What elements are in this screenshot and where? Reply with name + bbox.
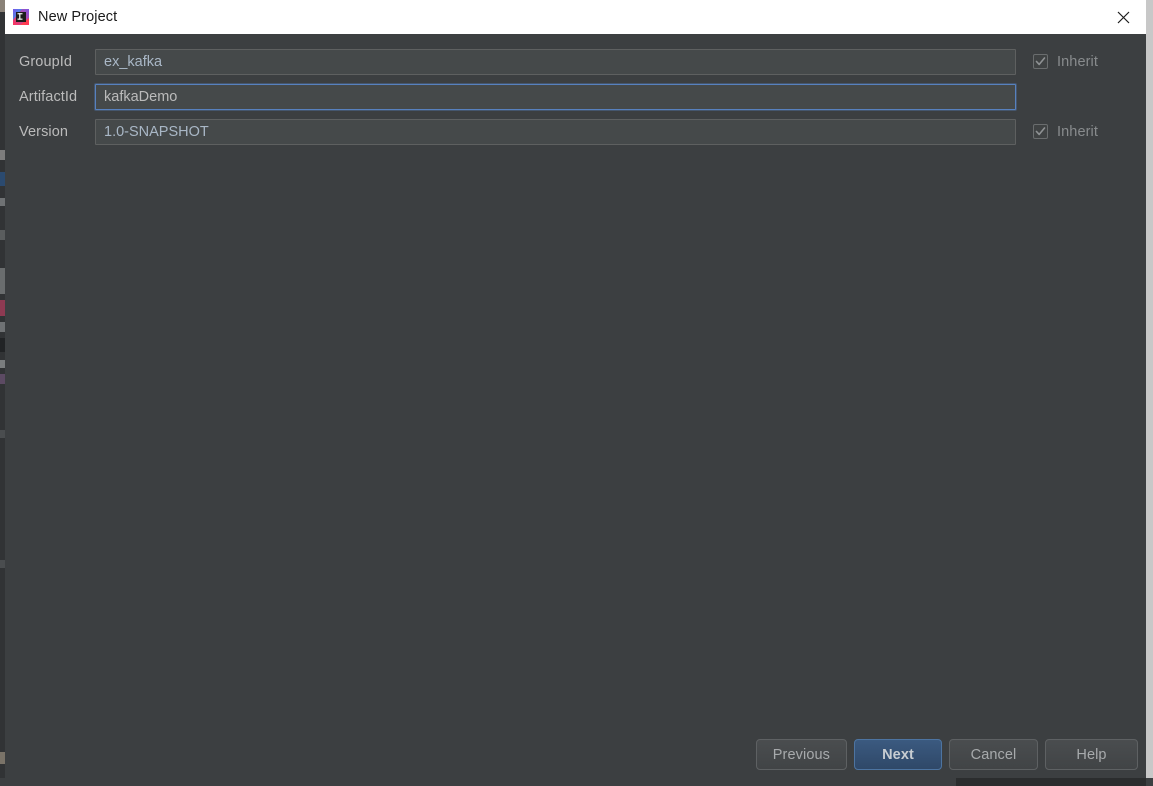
form-row-groupid: GroupId Inherit [5,44,1146,79]
intellij-idea-icon [13,9,29,25]
checkbox-icon[interactable] [1033,54,1048,69]
version-input[interactable] [95,118,1016,145]
version-inherit-group[interactable]: Inherit [1033,124,1137,140]
ide-right-edge-sliver [1146,0,1153,786]
dialog-body: GroupId Inherit ArtifactId [5,34,1146,778]
previous-button[interactable]: Previous [755,739,847,770]
dialog-title: New Project [38,9,118,25]
artifactid-input[interactable] [95,83,1016,110]
groupid-inherit-group[interactable]: Inherit [1033,54,1137,70]
artifactid-label: ArtifactId [19,88,78,105]
help-button[interactable]: Help [1045,739,1138,770]
next-button[interactable]: Next [854,739,942,770]
new-project-dialog: New Project GroupId Inherit [5,0,1146,778]
groupid-input[interactable] [95,48,1016,75]
groupid-label: GroupId [19,53,73,70]
checkbox-icon[interactable] [1033,124,1048,139]
version-inherit-label: Inherit [1057,123,1098,140]
groupid-inherit-label: Inherit [1057,53,1098,70]
ide-bottom-strip [0,778,1153,786]
maven-coordinates-form: GroupId Inherit ArtifactId [5,44,1146,149]
dialog-titlebar: New Project [5,0,1146,34]
dialog-button-bar: Previous Next Cancel Help [755,739,1138,770]
form-row-artifactid: ArtifactId [5,79,1146,114]
ide-bottom-strip-segment [956,778,1146,786]
version-label: Version [19,123,69,140]
cancel-button[interactable]: Cancel [949,739,1038,770]
form-row-version: Version Inherit [5,114,1146,149]
close-icon[interactable] [1100,0,1146,34]
